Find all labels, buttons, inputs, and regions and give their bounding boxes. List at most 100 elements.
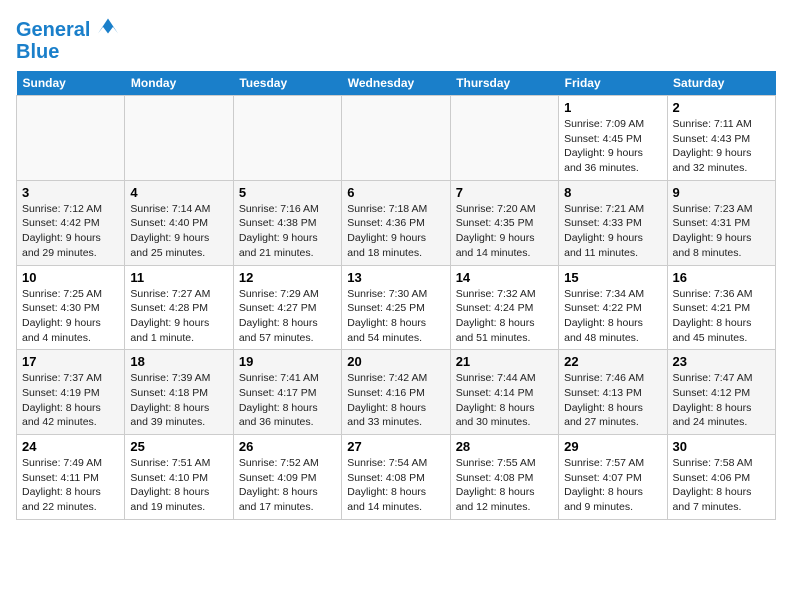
day-number: 24 [22,439,119,454]
day-number: 15 [564,270,661,285]
day-number: 12 [239,270,336,285]
calendar-cell: 1 Sunrise: 7:09 AMSunset: 4:45 PMDaylight… [559,96,667,181]
day-number: 3 [22,185,119,200]
calendar-cell: 30 Sunrise: 7:58 AMSunset: 4:06 PMDayligh… [667,435,775,520]
weekday-header-friday: Friday [559,71,667,96]
weekday-header-monday: Monday [125,71,233,96]
calendar-cell: 7 Sunrise: 7:20 AMSunset: 4:35 PMDaylight… [450,180,558,265]
calendar-cell: 2 Sunrise: 7:11 AMSunset: 4:43 PMDaylight… [667,96,775,181]
day-number: 11 [130,270,227,285]
day-info: Sunrise: 7:09 AMSunset: 4:45 PMDaylight:… [564,117,661,176]
calendar-cell: 16 Sunrise: 7:36 AMSunset: 4:21 PMDayligh… [667,265,775,350]
logo-blue: Blue [16,41,59,63]
page-header: General Blue [16,16,776,63]
calendar-cell: 17 Sunrise: 7:37 AMSunset: 4:19 PMDayligh… [17,350,125,435]
day-info: Sunrise: 7:51 AMSunset: 4:10 PMDaylight:… [130,456,227,515]
calendar-cell: 6 Sunrise: 7:18 AMSunset: 4:36 PMDaylight… [342,180,450,265]
day-info: Sunrise: 7:23 AMSunset: 4:31 PMDaylight:… [673,202,770,261]
calendar-cell [125,96,233,181]
calendar-cell: 10 Sunrise: 7:25 AMSunset: 4:30 PMDayligh… [17,265,125,350]
day-number: 4 [130,185,227,200]
calendar-cell: 26 Sunrise: 7:52 AMSunset: 4:09 PMDayligh… [233,435,341,520]
logo-icon [98,16,118,36]
calendar-cell: 19Sunrise: 7:41 AMSunset: 4:17 PMDayligh… [233,350,341,435]
day-number: 27 [347,439,444,454]
weekday-header-sunday: Sunday [17,71,125,96]
day-info: Sunrise: 7:37 AMSunset: 4:19 PMDaylight:… [22,371,119,430]
day-number: 16 [673,270,770,285]
day-number: 30 [673,439,770,454]
day-info: Sunrise: 7:29 AMSunset: 4:27 PMDaylight:… [239,287,336,346]
weekday-header-wednesday: Wednesday [342,71,450,96]
calendar-cell: 11 Sunrise: 7:27 AMSunset: 4:28 PMDayligh… [125,265,233,350]
day-info: Sunrise: 7:44 AMSunset: 4:14 PMDaylight:… [456,371,553,430]
day-number: 5 [239,185,336,200]
calendar-cell [17,96,125,181]
calendar-cell: 21 Sunrise: 7:44 AMSunset: 4:14 PMDayligh… [450,350,558,435]
calendar-cell [342,96,450,181]
day-info: Sunrise: 7:11 AMSunset: 4:43 PMDaylight:… [673,117,770,176]
weekday-header-saturday: Saturday [667,71,775,96]
day-info: Sunrise: 7:42 AMSunset: 4:16 PMDaylight:… [347,371,444,430]
calendar-cell: 5 Sunrise: 7:16 AMSunset: 4:38 PMDaylight… [233,180,341,265]
day-number: 6 [347,185,444,200]
day-info: Sunrise: 7:47 AMSunset: 4:12 PMDaylight:… [673,371,770,430]
day-number: 1 [564,100,661,115]
calendar-table: SundayMondayTuesdayWednesdayThursdayFrid… [16,71,776,520]
calendar-cell: 3 Sunrise: 7:12 AMSunset: 4:42 PMDaylight… [17,180,125,265]
day-number: 14 [456,270,553,285]
day-info: Sunrise: 7:18 AMSunset: 4:36 PMDaylight:… [347,202,444,261]
day-number: 9 [673,185,770,200]
day-info: Sunrise: 7:54 AMSunset: 4:08 PMDaylight:… [347,456,444,515]
day-number: 13 [347,270,444,285]
day-info: Sunrise: 7:30 AMSunset: 4:25 PMDaylight:… [347,287,444,346]
day-info: Sunrise: 7:58 AMSunset: 4:06 PMDaylight:… [673,456,770,515]
day-number: 21 [456,354,553,369]
calendar-cell: 25 Sunrise: 7:51 AMSunset: 4:10 PMDayligh… [125,435,233,520]
day-info: Sunrise: 7:57 AMSunset: 4:07 PMDaylight:… [564,456,661,515]
weekday-header-tuesday: Tuesday [233,71,341,96]
day-number: 22 [564,354,661,369]
calendar-cell: 14 Sunrise: 7:32 AMSunset: 4:24 PMDayligh… [450,265,558,350]
day-info: Sunrise: 7:41 AMSunset: 4:17 PMDaylight:… [239,371,336,430]
day-info: Sunrise: 7:49 AMSunset: 4:11 PMDaylight:… [22,456,119,515]
day-info: Sunrise: 7:27 AMSunset: 4:28 PMDaylight:… [130,287,227,346]
day-number: 26 [239,439,336,454]
day-info: Sunrise: 7:32 AMSunset: 4:24 PMDaylight:… [456,287,553,346]
calendar-cell: 27 Sunrise: 7:54 AMSunset: 4:08 PMDayligh… [342,435,450,520]
day-number: 2 [673,100,770,115]
day-info: Sunrise: 7:16 AMSunset: 4:38 PMDaylight:… [239,202,336,261]
calendar-cell: 20 Sunrise: 7:42 AMSunset: 4:16 PMDayligh… [342,350,450,435]
day-info: Sunrise: 7:12 AMSunset: 4:42 PMDaylight:… [22,202,119,261]
logo-general: General [16,19,90,41]
day-info: Sunrise: 7:20 AMSunset: 4:35 PMDaylight:… [456,202,553,261]
day-info: Sunrise: 7:14 AMSunset: 4:40 PMDaylight:… [130,202,227,261]
calendar-cell [450,96,558,181]
day-number: 23 [673,354,770,369]
calendar-cell: 28Sunrise: 7:55 AMSunset: 4:08 PMDayligh… [450,435,558,520]
calendar-cell: 29Sunrise: 7:57 AMSunset: 4:07 PMDayligh… [559,435,667,520]
day-info: Sunrise: 7:52 AMSunset: 4:09 PMDaylight:… [239,456,336,515]
day-number: 7 [456,185,553,200]
day-number: 20 [347,354,444,369]
weekday-header-thursday: Thursday [450,71,558,96]
calendar-cell: 4 Sunrise: 7:14 AMSunset: 4:40 PMDaylight… [125,180,233,265]
day-number: 17 [22,354,119,369]
day-number: 10 [22,270,119,285]
day-info: Sunrise: 7:55 AMSunset: 4:08 PMDaylight:… [456,456,553,515]
calendar-cell: 15 Sunrise: 7:34 AMSunset: 4:22 PMDayligh… [559,265,667,350]
calendar-cell: 8Sunrise: 7:21 AMSunset: 4:33 PMDaylight… [559,180,667,265]
calendar-cell: 24 Sunrise: 7:49 AMSunset: 4:11 PMDayligh… [17,435,125,520]
day-info: Sunrise: 7:36 AMSunset: 4:21 PMDaylight:… [673,287,770,346]
calendar-cell: 18 Sunrise: 7:39 AMSunset: 4:18 PMDayligh… [125,350,233,435]
day-info: Sunrise: 7:25 AMSunset: 4:30 PMDaylight:… [22,287,119,346]
day-info: Sunrise: 7:34 AMSunset: 4:22 PMDaylight:… [564,287,661,346]
day-info: Sunrise: 7:39 AMSunset: 4:18 PMDaylight:… [130,371,227,430]
calendar-cell: 9 Sunrise: 7:23 AMSunset: 4:31 PMDaylight… [667,180,775,265]
calendar-cell: 22 Sunrise: 7:46 AMSunset: 4:13 PMDayligh… [559,350,667,435]
day-number: 18 [130,354,227,369]
day-info: Sunrise: 7:46 AMSunset: 4:13 PMDaylight:… [564,371,661,430]
calendar-cell: 23 Sunrise: 7:47 AMSunset: 4:12 PMDayligh… [667,350,775,435]
calendar-cell: 12 Sunrise: 7:29 AMSunset: 4:27 PMDayligh… [233,265,341,350]
day-number: 25 [130,439,227,454]
